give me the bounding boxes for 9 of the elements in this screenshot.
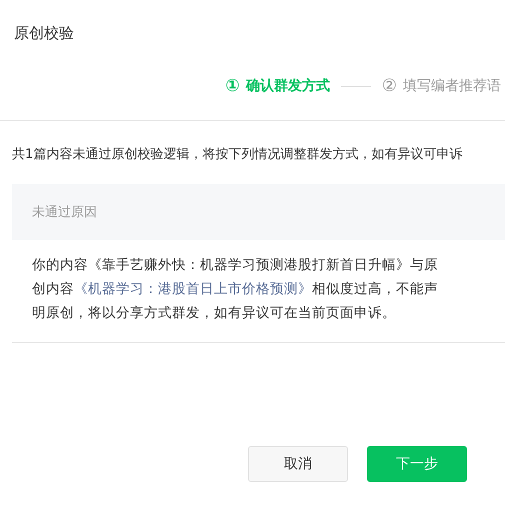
cancel-button[interactable]: 取消 [248,446,348,482]
step-tab[interactable]: ② 填写编者推荐语 [382,76,501,96]
step-tab[interactable]: ① 确认群发方式 [225,76,330,96]
reason-header: 未通过原因 [31,204,97,221]
article-link[interactable]: 《机器学习：港股首日上市价格预测》 [74,281,312,297]
next-button[interactable]: 下一步 [367,446,467,482]
reason-text: 你的内容《靠手艺赚外快：机器学习预测港股打新首日升幅》与原创内容《机器学习：港股首日上市价格预测》相似度过高，不能声明原创，将以分享方式群发，如有异议可在当前页面申诉。 [32,256,439,323]
notice-text: 共1篇内容未通过原创校验逻辑，将按下列情况调整群发方式，如有异议可申诉 [11,146,464,163]
dialog-title: 原创校验 [13,23,75,44]
